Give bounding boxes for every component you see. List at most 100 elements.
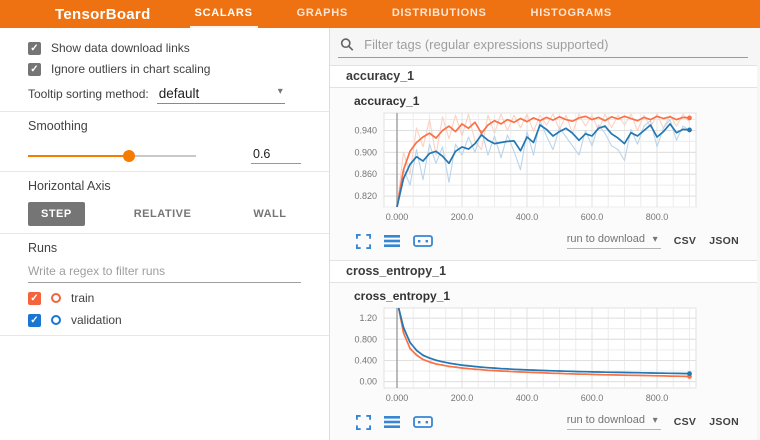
chevron-down-icon: ▾ <box>278 86 283 101</box>
chart-card-accuracy: accuracy_1 0.820 0.860 0.900 0.940 0.000 200.… <box>330 88 757 260</box>
svg-text:400.0: 400.0 <box>516 393 539 403</box>
chevron-down-icon: ▾ <box>653 234 658 245</box>
csv-download-link[interactable]: CSV <box>674 235 697 247</box>
divider <box>0 111 329 112</box>
svg-text:1.20: 1.20 <box>359 313 377 323</box>
checkbox-label: Ignore outliers in chart scaling <box>51 62 210 76</box>
horizontal-axis-section: Horizontal Axis STEP RELATIVE WALL <box>0 179 329 226</box>
chart-title: accuracy_1 <box>354 94 757 108</box>
svg-text:0.940: 0.940 <box>354 125 377 135</box>
svg-text:600.0: 600.0 <box>581 393 604 403</box>
top-nav: SCALARS GRAPHS DISTRIBUTIONS HISTOGRAMS <box>173 0 634 28</box>
data-selector-icon[interactable] <box>413 234 433 248</box>
section-title: cross_entropy_1 <box>346 264 446 278</box>
svg-text:0.400: 0.400 <box>354 355 377 365</box>
run-to-download-select[interactable]: run to download ▾ <box>567 233 661 249</box>
horizontal-axis-label: Horizontal Axis <box>28 179 301 193</box>
search-icon <box>340 37 354 52</box>
app-header: TensorBoard SCALARS GRAPHS DISTRIBUTIONS… <box>0 0 760 28</box>
csv-download-link[interactable]: CSV <box>674 416 697 428</box>
runs-label: Runs <box>28 241 301 255</box>
svg-text:0.000: 0.000 <box>386 393 409 403</box>
general-settings-section: ✓ Show data download links ✓ Ignore outl… <box>0 41 329 104</box>
runs-regex-input[interactable] <box>28 261 301 283</box>
axis-step-button[interactable]: STEP <box>28 202 85 226</box>
tooltip-sorting-label: Tooltip sorting method: <box>28 87 149 101</box>
tooltip-sorting-row: Tooltip sorting method: default ▾ <box>28 86 301 104</box>
run-item-validation[interactable]: ✓ validation <box>28 313 301 327</box>
section-header-cross-entropy[interactable]: cross_entropy_1 <box>330 260 757 283</box>
checkbox-checked-icon: ✓ <box>28 63 41 76</box>
accuracy-line-chart[interactable]: 0.820 0.860 0.900 0.940 0.000 200.0 400.0 600.0… <box>338 108 757 230</box>
run-item-train[interactable]: ✓ train <box>28 291 301 305</box>
run-to-download-label: run to download <box>567 233 645 245</box>
cross-entropy-line-chart[interactable]: 0.00 0.400 0.800 1.20 0.000 200.0 400.0 600.0 80… <box>338 303 757 411</box>
json-download-link[interactable]: JSON <box>709 416 739 428</box>
svg-text:800.0: 800.0 <box>646 212 669 222</box>
axis-wall-button[interactable]: WALL <box>240 202 299 226</box>
smoothing-slider-row: 0.6 <box>28 147 301 164</box>
smoothing-slider[interactable] <box>28 155 196 157</box>
expand-chart-icon[interactable] <box>356 415 371 430</box>
axis-relative-button[interactable]: RELATIVE <box>121 202 205 226</box>
run-checkbox-checked-icon[interactable]: ✓ <box>28 292 41 305</box>
filter-tags-bar <box>338 36 748 58</box>
data-selector-icon[interactable] <box>413 415 433 429</box>
chart-title: cross_entropy_1 <box>354 289 757 303</box>
main-panel: accuracy_1 accuracy_1 0.820 0.860 0.900 0.9… <box>330 28 760 440</box>
json-download-link[interactable]: JSON <box>709 235 739 247</box>
tab-scalars[interactable]: SCALARS <box>190 0 258 28</box>
filter-tags-input[interactable] <box>362 36 748 53</box>
tab-histograms[interactable]: HISTOGRAMS <box>526 0 617 28</box>
sidebar: ✓ Show data download links ✓ Ignore outl… <box>0 28 330 440</box>
chevron-down-icon: ▾ <box>653 415 658 426</box>
svg-text:0.820: 0.820 <box>354 191 377 201</box>
smoothing-section: Smoothing 0.6 <box>0 119 329 164</box>
svg-text:0.900: 0.900 <box>354 147 377 157</box>
toggle-y-axis-icon[interactable] <box>384 415 400 429</box>
smoothing-label: Smoothing <box>28 119 301 133</box>
app-title: TensorBoard <box>55 6 151 23</box>
tooltip-sorting-value: default <box>159 86 200 101</box>
expand-chart-icon[interactable] <box>356 234 371 249</box>
svg-text:0.800: 0.800 <box>354 334 377 344</box>
svg-text:0.860: 0.860 <box>354 169 377 179</box>
ignore-outliers-checkbox[interactable]: ✓ Ignore outliers in chart scaling <box>28 62 301 76</box>
smoothing-value-field[interactable]: 0.6 <box>251 147 301 164</box>
divider <box>0 171 329 172</box>
show-download-links-checkbox[interactable]: ✓ Show data download links <box>28 41 301 55</box>
chart-toolbar: run to download ▾ CSV JSON <box>356 411 739 433</box>
run-color-circle-icon <box>51 315 61 325</box>
chart-card-cross-entropy: cross_entropy_1 0.00 0.400 0.800 1.20 0.000 2… <box>330 283 757 440</box>
run-color-circle-icon <box>51 293 61 303</box>
svg-text:200.0: 200.0 <box>451 393 474 403</box>
svg-text:600.0: 600.0 <box>581 212 604 222</box>
run-to-download-label: run to download <box>567 414 645 426</box>
content: ✓ Show data download links ✓ Ignore outl… <box>0 28 760 440</box>
checkbox-checked-icon: ✓ <box>28 42 41 55</box>
tooltip-sorting-select[interactable]: default ▾ <box>157 86 285 104</box>
slider-fill <box>28 155 129 157</box>
svg-text:800.0: 800.0 <box>646 393 669 403</box>
run-label: train <box>71 291 94 305</box>
run-checkbox-checked-icon[interactable]: ✓ <box>28 314 41 327</box>
svg-text:200.0: 200.0 <box>451 212 474 222</box>
chart-toolbar: run to download ▾ CSV JSON <box>356 230 739 252</box>
tab-graphs[interactable]: GRAPHS <box>292 0 353 28</box>
tab-distributions[interactable]: DISTRIBUTIONS <box>387 0 492 28</box>
slider-knob[interactable] <box>123 150 135 162</box>
section-title: accuracy_1 <box>346 69 414 83</box>
horizontal-axis-options: STEP RELATIVE WALL <box>28 202 301 226</box>
checkbox-label: Show data download links <box>51 41 190 55</box>
toggle-y-axis-icon[interactable] <box>384 234 400 248</box>
divider <box>0 335 329 336</box>
run-to-download-select[interactable]: run to download ▾ <box>567 414 661 430</box>
divider <box>0 233 329 234</box>
svg-text:0.00: 0.00 <box>359 377 377 387</box>
run-label: validation <box>71 313 122 327</box>
svg-text:400.0: 400.0 <box>516 212 539 222</box>
section-header-accuracy[interactable]: accuracy_1 <box>330 65 757 88</box>
runs-section: Runs ✓ train ✓ validation <box>0 241 329 327</box>
svg-text:0.000: 0.000 <box>386 212 409 222</box>
tensorboard-app: TensorBoard SCALARS GRAPHS DISTRIBUTIONS… <box>0 0 760 440</box>
